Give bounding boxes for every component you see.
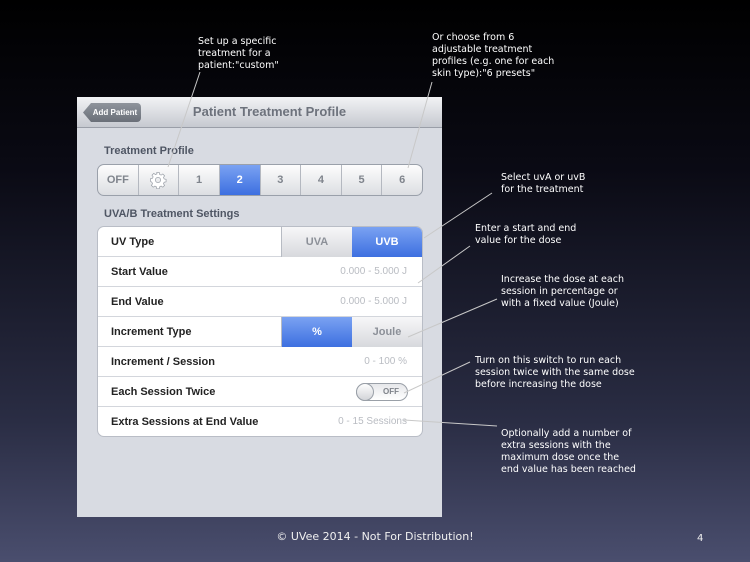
increment-session-field[interactable]: 0 - 100 % [364, 347, 407, 377]
increment-type-segmented-control: % Joule [281, 317, 422, 347]
treatment-profile-label: Treatment Profile [104, 145, 194, 157]
callout-uv-type: Select uvA or uvB for the treatment [501, 172, 586, 195]
increment-type-label: Increment Type [111, 326, 192, 338]
footer-copyright: © UVee 2014 - Not For Distribution! [276, 530, 474, 543]
profile-segment-6[interactable]: 6 [382, 165, 422, 195]
profile-segment-5[interactable]: 5 [342, 165, 383, 195]
increment-type-joule[interactable]: Joule [352, 317, 422, 347]
uv-type-uva[interactable]: UVA [282, 227, 352, 257]
extra-sessions-field[interactable]: 0 - 15 Sessions [338, 407, 407, 436]
callout-custom: Set up a specific treatment for a patien… [198, 36, 279, 71]
callout-extra: Optionally add a number of extra session… [501, 428, 636, 475]
toggle-knob [356, 383, 374, 401]
profile-segment-off[interactable]: OFF [98, 165, 139, 195]
callout-dose: Enter a start and end value for the dose [475, 223, 577, 246]
gear-icon [150, 172, 167, 189]
end-value-row[interactable]: End Value 0.000 - 5.000 J [98, 287, 422, 317]
extra-sessions-row[interactable]: Extra Sessions at End Value 0 - 15 Sessi… [98, 407, 422, 436]
page-title: Patient Treatment Profile [192, 104, 347, 119]
uv-settings-label: UVA/B Treatment Settings [104, 208, 240, 220]
each-session-twice-toggle[interactable]: OFF [356, 383, 408, 401]
add-patient-button[interactable]: Add Patient [83, 103, 141, 122]
start-value-field[interactable]: 0.000 - 5.000 J [340, 257, 407, 287]
extra-sessions-label: Extra Sessions at End Value [111, 416, 259, 428]
uv-type-uvb[interactable]: UVB [352, 227, 422, 257]
profile-segment-4[interactable]: 4 [301, 165, 342, 195]
callout-increment: Increase the dose at each session in per… [501, 274, 624, 309]
profile-segment-2[interactable]: 2 [219, 165, 261, 195]
increment-type-row: Increment Type % Joule [98, 317, 422, 347]
toggle-state-text: OFF [383, 387, 399, 396]
profile-segment-3[interactable]: 3 [261, 165, 302, 195]
each-session-twice-label: Each Session Twice [111, 386, 216, 398]
end-value-label: End Value [111, 296, 164, 308]
uv-type-label: UV Type [111, 236, 155, 248]
treatment-profile-segmented-control: OFF 1 2 3 4 5 6 [97, 164, 423, 196]
start-value-row[interactable]: Start Value 0.000 - 5.000 J [98, 257, 422, 287]
each-session-twice-row: Each Session Twice OFF [98, 377, 422, 407]
increment-session-label: Increment / Session [111, 356, 215, 368]
uv-type-segmented-control: UVA UVB [281, 227, 422, 257]
uv-settings-table: UV Type UVA UVB Start Value 0.000 - 5.00… [97, 226, 423, 437]
page-number: 4 [697, 533, 704, 544]
callout-presets: Or choose from 6 adjustable treatment pr… [432, 32, 555, 79]
profile-segment-1[interactable]: 1 [179, 165, 220, 195]
start-value-label: Start Value [111, 266, 168, 278]
uv-type-row: UV Type UVA UVB [98, 227, 422, 257]
increment-type-percent[interactable]: % [282, 317, 352, 347]
profile-segment-custom[interactable] [139, 165, 180, 195]
navigation-bar: Add Patient Patient Treatment Profile [77, 97, 442, 128]
end-value-field[interactable]: 0.000 - 5.000 J [340, 287, 407, 317]
ipad-screen: Add Patient Patient Treatment Profile Tr… [77, 97, 442, 517]
callout-twice: Turn on this switch to run each session … [475, 355, 635, 390]
increment-session-row[interactable]: Increment / Session 0 - 100 % [98, 347, 422, 377]
